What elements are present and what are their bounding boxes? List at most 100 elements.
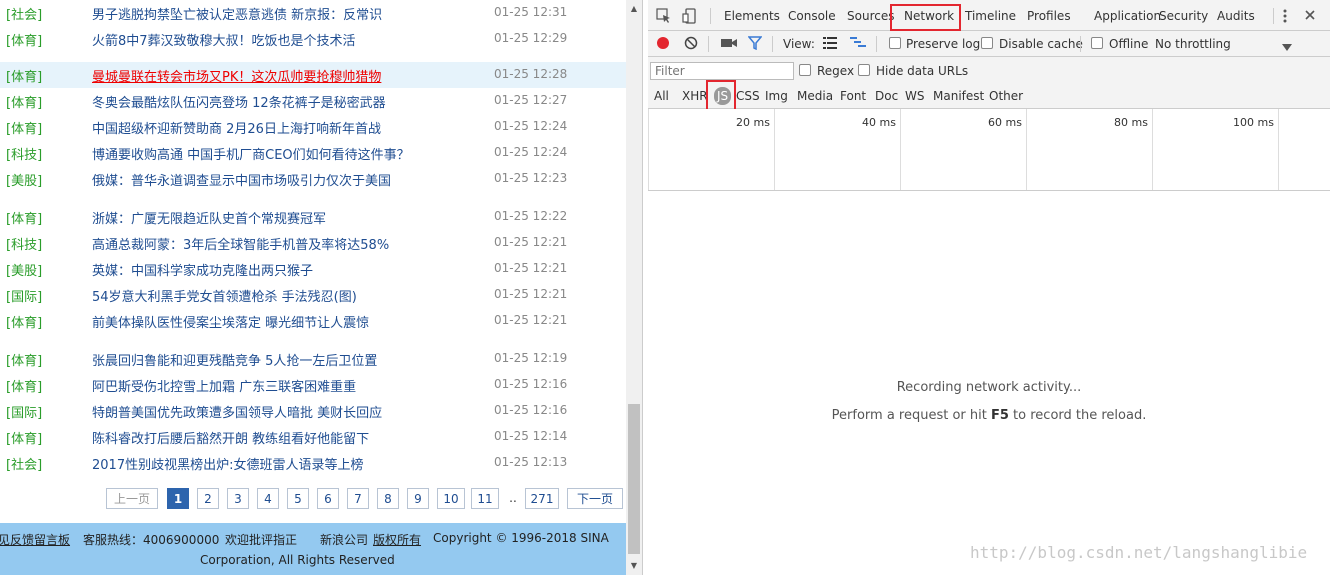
filter-type-ws[interactable]: WS — [905, 89, 924, 103]
news-title-link[interactable]: 中国超级杯迎新赞助商 2月26日上海打响新年首战 — [92, 118, 381, 137]
news-category[interactable]: [体育] — [6, 376, 42, 395]
news-title-link[interactable]: 男子逃脱拘禁坠亡被认定恶意逃债 新京报：反常识 — [92, 4, 382, 23]
news-category[interactable]: [社会] — [6, 4, 42, 23]
devtools-tab-security[interactable]: Security — [1159, 9, 1208, 23]
news-title-link[interactable]: 2017性别歧视黑榜出炉:女德班雷人语录等上榜 — [92, 454, 363, 473]
devtools-tab-audits[interactable]: Audits — [1217, 9, 1255, 23]
devtools-tab-sources[interactable]: Sources — [847, 9, 894, 23]
inspect-element-icon[interactable] — [656, 8, 672, 27]
page-number-button[interactable]: 3 — [227, 488, 249, 509]
news-category[interactable]: [社会] — [6, 454, 42, 473]
offline-checkbox[interactable] — [1091, 37, 1103, 49]
news-title-link[interactable]: 张晨回归鲁能和迎更残酷竞争 5人抢一左后卫位置 — [92, 350, 377, 369]
news-category[interactable]: [美股] — [6, 260, 42, 279]
chevron-down-icon[interactable] — [1282, 40, 1292, 54]
news-title-link[interactable]: 浙媒：广厦无限趋近队史首个常规赛冠军 — [92, 208, 326, 227]
news-title-link[interactable]: 冬奥会最酷炫队伍闪亮登场 12条花裤子是秘密武器 — [92, 92, 386, 111]
news-category[interactable]: [国际] — [6, 402, 42, 421]
more-options-icon[interactable] — [1281, 8, 1289, 27]
news-title-link[interactable]: 特朗普美国优先政策遭多国领导人暗批 美财长回应 — [92, 402, 382, 421]
news-title-link[interactable]: 博通要收购高通 中国手机厂商CEO们如何看待这件事？ — [92, 144, 410, 163]
page-number-button[interactable]: 11 — [471, 488, 499, 509]
device-mode-icon[interactable] — [682, 8, 698, 27]
filter-type-doc[interactable]: Doc — [875, 89, 898, 103]
page-number-button[interactable]: 10 — [437, 488, 465, 509]
news-row[interactable]: [体育] 前美体操队医性侵案尘埃落定 曝光细节让人震惊 01-25 12:21 — [0, 308, 626, 334]
capture-screenshots-icon[interactable] — [721, 37, 737, 52]
feedback-link[interactable]: 见反馈留言板 — [0, 531, 70, 548]
news-title-link[interactable]: 曼城曼联在转会市场又PK！这次瓜帅要抢穆帅猎物 — [92, 66, 381, 85]
news-row[interactable]: [社会] 2017性别歧视黑榜出炉:女德班雷人语录等上榜 01-25 12:13 — [0, 450, 626, 476]
page-number-button[interactable]: 6 — [317, 488, 339, 509]
news-row[interactable]: [体育] 浙媒：广厦无限趋近队史首个常规赛冠军 01-25 12:22 — [0, 204, 626, 230]
news-category[interactable]: [体育] — [6, 208, 42, 227]
page-number-button[interactable]: 9 — [407, 488, 429, 509]
page-number-button[interactable]: 5 — [287, 488, 309, 509]
large-rows-icon[interactable] — [823, 37, 837, 52]
news-title-link[interactable]: 阿巴斯受伤北控雪上加霜 广东三联客困难重重 — [92, 376, 356, 395]
news-row[interactable]: [体育] 阿巴斯受伤北控雪上加霜 广东三联客困难重重 01-25 12:16 — [0, 372, 626, 398]
devtools-tab-profiles[interactable]: Profiles — [1027, 9, 1071, 23]
news-category[interactable]: [体育] — [6, 92, 42, 111]
page-number-button[interactable]: 1 — [167, 488, 189, 509]
filter-type-css[interactable]: CSS — [736, 89, 760, 103]
page-number-button[interactable]: 4 — [257, 488, 279, 509]
news-category[interactable]: [美股] — [6, 170, 42, 189]
filter-input[interactable] — [650, 62, 794, 80]
news-title-link[interactable]: 54岁意大利黑手党女首领遭枪杀 手法残忍(图) — [92, 286, 357, 305]
close-icon[interactable] — [1304, 9, 1316, 24]
hide-data-urls-checkbox[interactable] — [858, 64, 870, 76]
news-row[interactable]: [国际] 特朗普美国优先政策遭多国领导人暗批 美财长回应 01-25 12:16 — [0, 398, 626, 424]
filter-type-img[interactable]: Img — [765, 89, 788, 103]
prev-page-button[interactable]: 上一页 — [106, 488, 158, 509]
page-number-button[interactable]: 7 — [347, 488, 369, 509]
news-row[interactable]: [体育] 火箭8中7葬汉致敬穆大叔！吃饭也是个技术活 01-25 12:29 — [0, 26, 626, 52]
news-row[interactable]: [体育] 张晨回归鲁能和迎更残酷竞争 5人抢一左后卫位置 01-25 12:19 — [0, 346, 626, 372]
devtools-tab-elements[interactable]: Elements — [724, 9, 780, 23]
devtools-tab-timeline[interactable]: Timeline — [965, 9, 1016, 23]
page-number-button[interactable]: 2 — [197, 488, 219, 509]
news-category[interactable]: [体育] — [6, 30, 42, 49]
news-category[interactable]: [体育] — [6, 428, 42, 447]
news-title-link[interactable]: 高通总裁阿蒙：3年后全球智能手机普及率将达58% — [92, 234, 389, 253]
news-title-link[interactable]: 俄媒：普华永道调查显示中国市场吸引力仅次于美国 — [92, 170, 391, 189]
news-category[interactable]: [科技] — [6, 234, 42, 253]
scrollbar-thumb[interactable] — [628, 404, 640, 554]
news-row[interactable]: [科技] 高通总裁阿蒙：3年后全球智能手机普及率将达58% 01-25 12:21 — [0, 230, 626, 256]
news-row[interactable]: [体育] 冬奥会最酷炫队伍闪亮登场 12条花裤子是秘密武器 01-25 12:27 — [0, 88, 626, 114]
rights-link[interactable]: 版权所有 — [373, 531, 421, 548]
news-row[interactable]: [科技] 博通要收购高通 中国手机厂商CEO们如何看待这件事？ 01-25 12:2… — [0, 140, 626, 166]
news-row[interactable]: [美股] 俄媒：普华永道调查显示中国市场吸引力仅次于美国 01-25 12:23 — [0, 166, 626, 192]
record-icon[interactable] — [656, 36, 670, 53]
news-category[interactable]: [体育] — [6, 66, 42, 85]
news-row[interactable]: [体育] 曼城曼联在转会市场又PK！这次瓜帅要抢穆帅猎物 01-25 12:28 — [0, 62, 626, 88]
regex-checkbox[interactable] — [799, 64, 811, 76]
waterfall-icon[interactable] — [850, 37, 866, 52]
filter-type-font[interactable]: Font — [840, 89, 866, 103]
news-title-link[interactable]: 英媒：中国科学家成功克隆出两只猴子 — [92, 260, 313, 279]
news-title-link[interactable]: 火箭8中7葬汉致敬穆大叔！吃饭也是个技术活 — [92, 30, 356, 49]
throttling-select[interactable]: No throttling — [1155, 37, 1231, 51]
filter-type-media[interactable]: Media — [797, 89, 833, 103]
disable-cache-checkbox[interactable] — [981, 37, 993, 49]
filter-icon[interactable] — [747, 36, 763, 53]
filter-type-xhr[interactable]: XHR — [682, 89, 708, 103]
news-row[interactable]: [社会] 男子逃脱拘禁坠亡被认定恶意逃债 新京报：反常识 01-25 12:31 — [0, 0, 626, 26]
page-scrollbar[interactable]: ▲ ▼ — [626, 0, 642, 575]
news-title-link[interactable]: 前美体操队医性侵案尘埃落定 曝光细节让人震惊 — [92, 312, 369, 331]
scroll-up-icon[interactable]: ▲ — [629, 4, 639, 14]
devtools-tab-console[interactable]: Console — [788, 9, 836, 23]
news-category[interactable]: [国际] — [6, 286, 42, 305]
news-title-link[interactable]: 陈科睿改打后腰后豁然开朗 教练组看好他能留下 — [92, 428, 369, 447]
news-row[interactable]: [国际] 54岁意大利黑手党女首领遭枪杀 手法残忍(图) 01-25 12:21 — [0, 282, 626, 308]
news-category[interactable]: [科技] — [6, 144, 42, 163]
news-category[interactable]: [体育] — [6, 312, 42, 331]
next-page-button[interactable]: 下一页 — [567, 488, 623, 509]
news-row[interactable]: [美股] 英媒：中国科学家成功克隆出两只猴子 01-25 12:21 — [0, 256, 626, 282]
preserve-log-checkbox[interactable] — [889, 37, 901, 49]
filter-type-other[interactable]: Other — [989, 89, 1023, 103]
last-page-button[interactable]: 271 — [525, 488, 559, 509]
news-row[interactable]: [体育] 中国超级杯迎新赞助商 2月26日上海打响新年首战 01-25 12:24 — [0, 114, 626, 140]
news-category[interactable]: [体育] — [6, 350, 42, 369]
news-category[interactable]: [体育] — [6, 118, 42, 137]
